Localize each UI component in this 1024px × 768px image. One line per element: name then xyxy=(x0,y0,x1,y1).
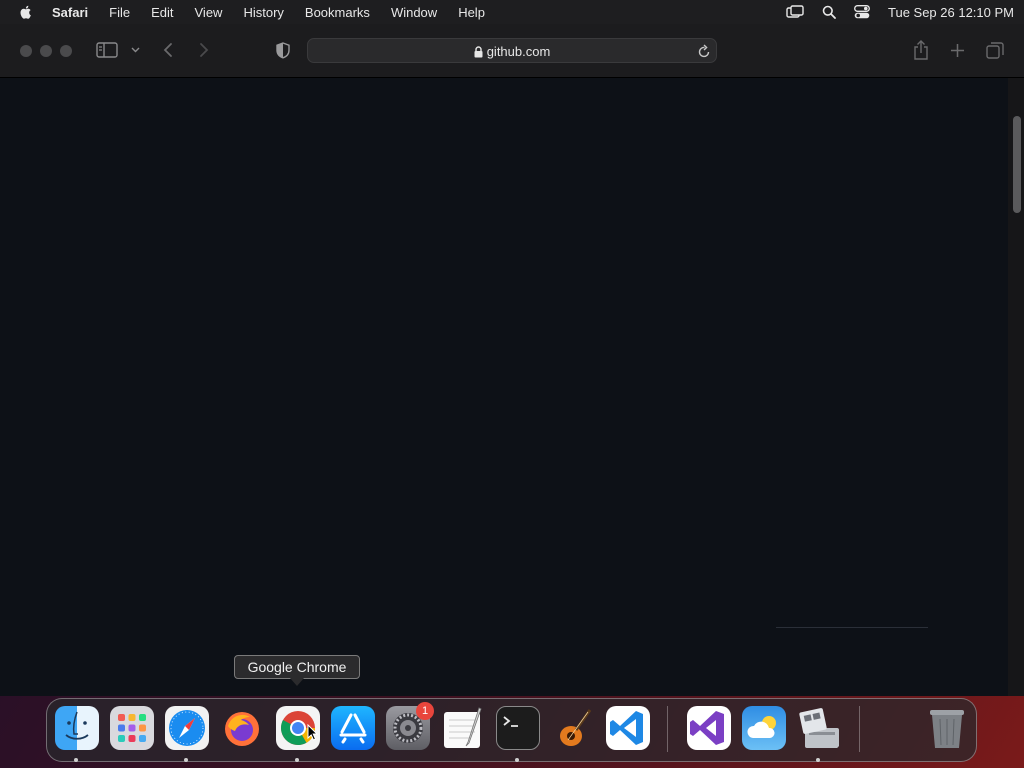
dock-garageband-icon[interactable] xyxy=(552,706,596,750)
dock-separator-trash xyxy=(859,706,860,752)
lock-icon xyxy=(474,41,483,66)
dock-safari-running-dot xyxy=(184,758,188,762)
dock-visual-studio-icon[interactable] xyxy=(687,706,731,750)
address-text: github.com xyxy=(486,44,551,59)
dock-chrome-running-dot xyxy=(295,758,299,762)
dock-weather-icon[interactable] xyxy=(742,706,786,750)
sidebar-toggle-icon[interactable] xyxy=(96,42,118,58)
dock-finder-running-dot xyxy=(74,758,78,762)
menu-view[interactable]: View xyxy=(195,5,223,20)
menu-file[interactable]: File xyxy=(109,5,130,20)
dock-launchpad-icon[interactable] xyxy=(110,706,154,750)
content-divider xyxy=(776,627,928,628)
safari-window: github.com xyxy=(0,24,1024,696)
dock-terminal-running-dot xyxy=(515,758,519,762)
dock-app-store-icon[interactable] xyxy=(331,706,375,750)
forward-chevron-icon[interactable] xyxy=(199,42,209,58)
sidebar-chevron-down-icon[interactable] xyxy=(131,47,140,53)
apple-menu-icon[interactable] xyxy=(18,4,34,20)
back-chevron-icon[interactable] xyxy=(163,42,173,58)
minimize-window-button[interactable] xyxy=(40,45,52,57)
dock-trash-icon[interactable] xyxy=(925,706,969,750)
menu-bookmarks[interactable]: Bookmarks xyxy=(305,5,370,20)
spotlight-search-icon[interactable] xyxy=(822,5,836,19)
menu-bar: Safari File Edit View History Bookmarks … xyxy=(0,0,1024,24)
dock-boot-camp-icon[interactable] xyxy=(797,706,841,750)
close-window-button[interactable] xyxy=(20,45,32,57)
dock-firefox-icon[interactable] xyxy=(220,706,264,750)
dock-terminal-icon[interactable] xyxy=(496,706,540,750)
mouse-pointer-icon xyxy=(307,723,319,746)
screen-mirroring-icon[interactable] xyxy=(786,5,804,19)
dock-vscode-icon[interactable] xyxy=(606,706,650,750)
menu-help[interactable]: Help xyxy=(458,5,485,20)
privacy-shield-icon[interactable] xyxy=(275,42,291,59)
scrollbar-thumb[interactable] xyxy=(1013,116,1021,213)
zoom-window-button[interactable] xyxy=(60,45,72,57)
menu-window[interactable]: Window xyxy=(391,5,437,20)
dock-finder-icon[interactable] xyxy=(55,706,99,750)
dock-tooltip-arrow xyxy=(290,678,304,686)
system-settings-badge: 1 xyxy=(416,702,434,720)
menu-safari[interactable]: Safari xyxy=(52,5,88,20)
address-bar[interactable]: github.com xyxy=(307,38,717,63)
control-center-icon[interactable] xyxy=(854,5,870,19)
dock-tooltip: Google Chrome xyxy=(234,655,360,679)
dock-safari-icon[interactable] xyxy=(165,706,209,750)
dock-separator xyxy=(667,706,668,752)
web-content[interactable] xyxy=(0,78,1008,696)
menu-edit[interactable]: Edit xyxy=(151,5,173,20)
new-tab-plus-icon[interactable] xyxy=(950,43,965,58)
dock-textedit-icon[interactable] xyxy=(441,706,485,750)
safari-toolbar: github.com xyxy=(0,24,1024,78)
share-icon[interactable] xyxy=(913,40,929,60)
menu-clock[interactable]: Tue Sep 26 12:10 PM xyxy=(888,5,1014,20)
menu-history[interactable]: History xyxy=(243,5,283,20)
dock-boot-camp-running-dot xyxy=(816,758,820,762)
reload-icon[interactable] xyxy=(698,44,711,63)
tab-overview-icon[interactable] xyxy=(986,42,1004,59)
